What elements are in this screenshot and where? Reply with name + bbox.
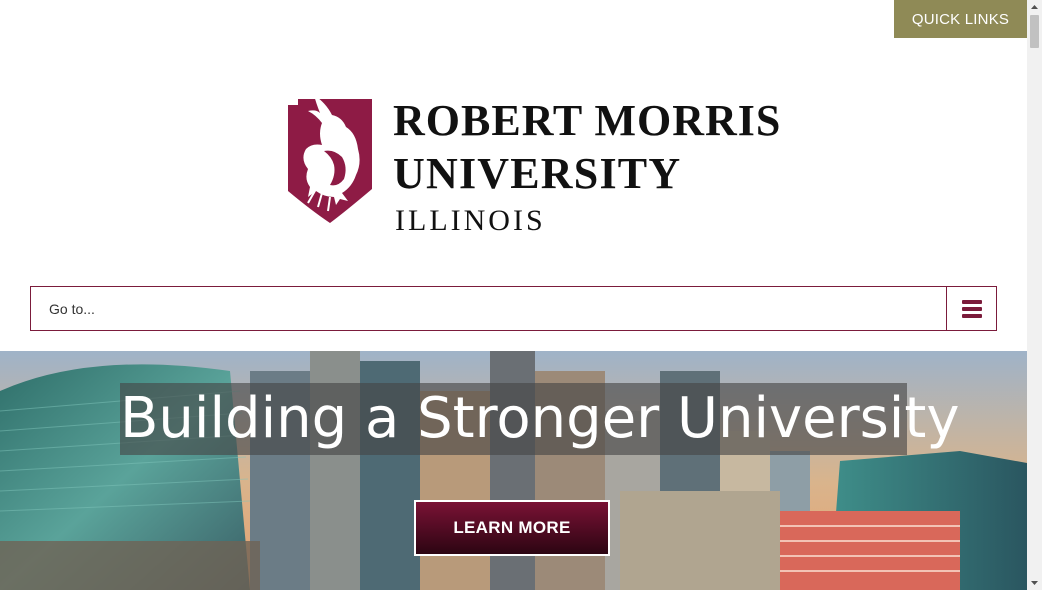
hero-headline: Building a Stronger University (120, 386, 960, 451)
scroll-down-arrow-icon[interactable] (1027, 576, 1042, 590)
learn-more-button[interactable]: LEARN MORE (414, 500, 610, 556)
menu-toggle-button[interactable] (946, 287, 996, 330)
hero-headline-backdrop: Building a Stronger University (120, 383, 960, 455)
hamburger-menu-icon (961, 299, 982, 318)
logo-line-university: UNIVERSITY (393, 149, 682, 198)
vertical-scrollbar[interactable] (1027, 0, 1042, 590)
goto-navigation-select[interactable]: Go to... (30, 286, 997, 331)
logo-line-illinois: ILLINOIS (395, 204, 546, 237)
goto-label: Go to... (49, 301, 95, 317)
hero-banner: Building a Stronger University LEARN MOR… (0, 351, 1027, 590)
scrollbar-thumb[interactable] (1030, 15, 1039, 48)
logo-line-robert-morris: ROBERT MORRIS (393, 96, 782, 145)
quick-links-button[interactable]: QUICK LINKS (894, 0, 1027, 38)
eagle-shield-icon (288, 95, 372, 223)
university-logo[interactable]: ROBERT MORRIS UNIVERSITY ILLINOIS (286, 93, 780, 238)
page: QUICK LINKS ROBERT MORRIS UNIVERSITY ILL… (0, 0, 1027, 590)
scroll-up-arrow-icon[interactable] (1027, 0, 1042, 14)
